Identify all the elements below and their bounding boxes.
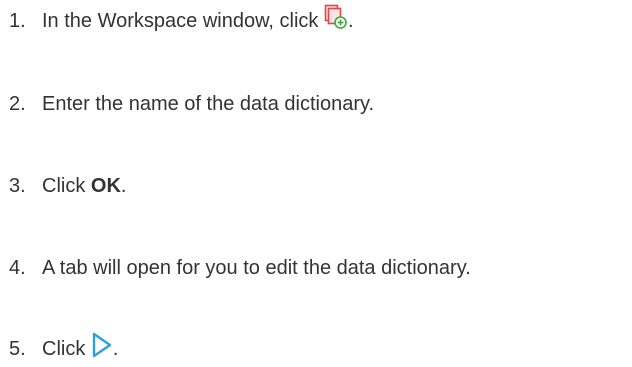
step-text-part: . (120, 175, 127, 197)
step-text: Click . (42, 332, 118, 367)
step-1: 1. In the Workspace window, click . (9, 4, 354, 39)
step-number: 4. (9, 257, 26, 279)
step-4: 4. A tab will open for you to edit the d… (9, 253, 471, 283)
step-text: Click OK. (42, 171, 126, 201)
step-text-part: . (347, 9, 354, 32)
step-number: 3. (9, 175, 26, 197)
step-number: 1. (9, 10, 26, 32)
step-text: A tab will open for you to edit the data… (42, 257, 471, 279)
play-outline-icon (91, 332, 113, 367)
step-text-part: . (112, 337, 119, 360)
step-2: 2. Enter the name of the data dictionary… (9, 89, 374, 119)
new-data-dictionary-icon (324, 4, 348, 39)
step-number: 5. (9, 338, 26, 360)
step-3: 3. Click OK. (9, 171, 126, 201)
step-text-part: In the Workspace window, click (42, 9, 324, 32)
step-text-part: Click (42, 337, 91, 360)
step-5: 5. Click . (9, 332, 118, 367)
step-text: In the Workspace window, click . (42, 4, 354, 39)
step-text-part: Click (42, 175, 91, 197)
step-number: 2. (9, 93, 26, 115)
ok-label: OK (90, 175, 121, 197)
step-text: Enter the name of the data dictionary. (42, 93, 375, 115)
